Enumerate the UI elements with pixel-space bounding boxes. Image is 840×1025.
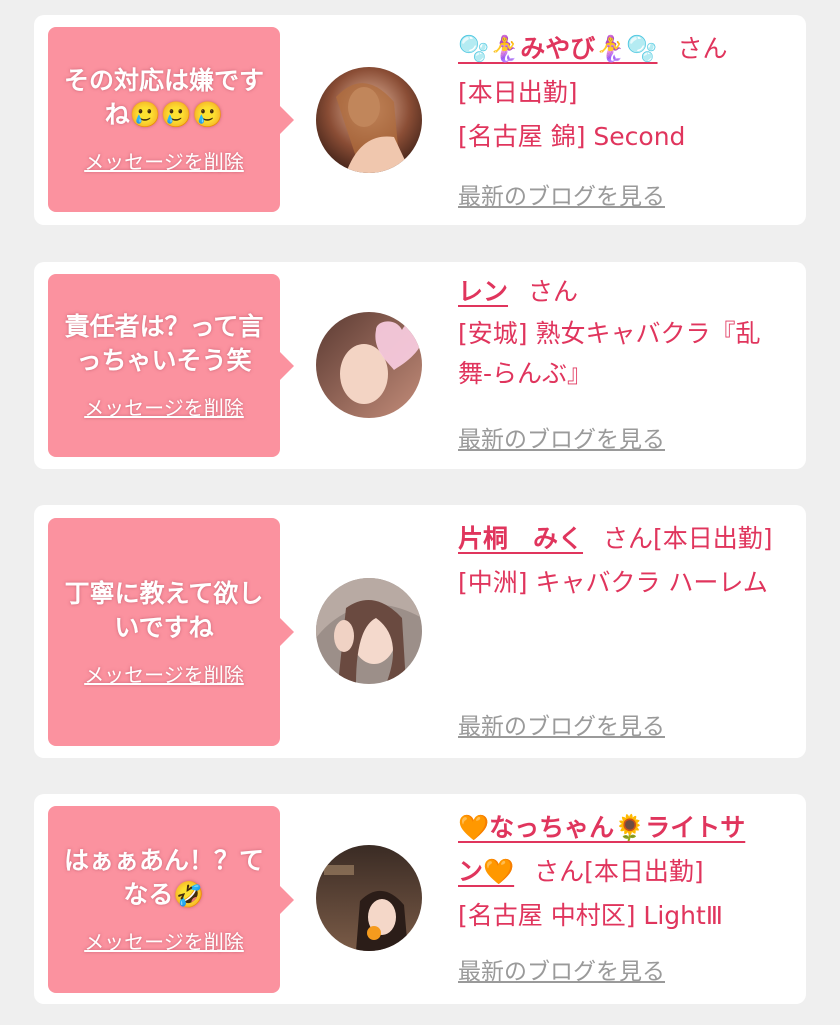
message-text: 丁寧に教えて欲し いですね: [65, 577, 264, 645]
cast-avatar[interactable]: [316, 67, 422, 173]
message-text: その対応は嫌です ね🥲🥲🥲: [64, 64, 264, 132]
cast-name-link[interactable]: 🫧🧜‍♀️みやび🧜‍♀️🫧: [458, 34, 658, 63]
cast-name-link[interactable]: 🧡なっちゃん🌻ライトサ: [458, 813, 745, 842]
cast-avatar[interactable]: [316, 578, 422, 684]
cast-info: レン さん [安城] 熟女キャバクラ『乱舞-らんぶ』: [458, 270, 794, 394]
message-bubble: 丁寧に教えて欲し いですね メッセージを削除: [48, 518, 294, 746]
cast-info: 🫧🧜‍♀️みやび🧜‍♀️🫧 さん [本日出勤] [名古屋 錦] Second: [458, 27, 794, 159]
delete-message-link[interactable]: メッセージを削除: [84, 659, 244, 688]
message-text: 責任者は？って言 っちゃいそう笑: [65, 310, 264, 378]
message-card: 責任者は？って言 っちゃいそう笑 メッセージを削除 レン さん [安城] 熟女キャ…: [34, 262, 806, 469]
work-status: [本日出勤]: [653, 524, 773, 553]
message-card: 丁寧に教えて欲し いですね メッセージを削除 片桐 みく さん[本日出勤] [中洲…: [34, 505, 806, 758]
honorific: さん: [677, 34, 728, 63]
profile-photo: [316, 578, 422, 684]
shop-name: [名古屋 錦] Second: [458, 122, 686, 151]
message-line: その対応は嫌です: [63, 66, 264, 95]
cast-name-link[interactable]: レン: [458, 277, 508, 306]
message-line: っちゃいそう笑: [76, 346, 252, 375]
delete-message-link[interactable]: メッセージを削除: [84, 926, 244, 955]
message-bubble: 責任者は？って言 っちゃいそう笑 メッセージを削除: [48, 274, 294, 457]
work-status: [本日出勤]: [458, 78, 578, 107]
work-status: [本日出勤]: [584, 857, 704, 886]
delete-message-link[interactable]: メッセージを削除: [84, 146, 244, 175]
message-bubble: その対応は嫌です ね🥲🥲🥲 メッセージを削除: [48, 27, 294, 212]
cast-avatar[interactable]: [316, 845, 422, 951]
message-line: なる🤣: [123, 880, 205, 909]
message-line: いですね: [114, 612, 214, 642]
message-line: 責任者は？って言: [64, 312, 264, 341]
delete-message-link[interactable]: メッセージを削除: [84, 392, 244, 421]
profile-photo: [316, 312, 422, 418]
cast-name-link-continued[interactable]: ン🧡: [458, 857, 514, 886]
latest-blog-link[interactable]: 最新のブログを見る: [458, 177, 665, 211]
latest-blog-link[interactable]: 最新のブログを見る: [458, 707, 665, 741]
message-bubble: はぁぁあん！？て なる🤣 メッセージを削除: [48, 806, 294, 993]
message-line: ね🥲🥲🥲: [104, 100, 224, 129]
message-line: はぁぁあん！？て: [63, 846, 264, 875]
cast-name-link[interactable]: 片桐 みく: [458, 524, 583, 553]
latest-blog-link[interactable]: 最新のブログを見る: [458, 420, 665, 454]
shop-name: [中洲] キャバクラ ハーレム: [458, 568, 768, 597]
cast-info: 🧡なっちゃん🌻ライトサ ン🧡 さん[本日出勤] [名古屋 中村区] LightⅢ: [458, 806, 794, 938]
message-card: その対応は嫌です ね🥲🥲🥲 メッセージを削除 🫧🧜‍♀️みやび🧜‍♀️🫧 さん […: [34, 15, 806, 225]
honorific: さん: [528, 277, 579, 306]
shop-name: [名古屋 中村区] LightⅢ: [458, 901, 724, 930]
latest-blog-link[interactable]: 最新のブログを見る: [458, 952, 665, 986]
cast-info: 片桐 みく さん[本日出勤] [中洲] キャバクラ ハーレム: [458, 517, 794, 605]
message-text: はぁぁあん！？て なる🤣: [64, 844, 264, 912]
honorific: さん: [534, 857, 585, 886]
profile-photo: [316, 845, 422, 951]
message-card: はぁぁあん！？て なる🤣 メッセージを削除 🧡なっちゃん🌻ライトサ ン🧡 さん[本…: [34, 794, 806, 1004]
shop-name: [安城] 熟女キャバクラ『乱舞-らんぶ』: [458, 319, 761, 388]
message-line: 丁寧に教えて欲し: [64, 578, 264, 608]
honorific: さん: [603, 524, 654, 553]
cast-avatar[interactable]: [316, 312, 422, 418]
profile-photo: [316, 67, 422, 173]
